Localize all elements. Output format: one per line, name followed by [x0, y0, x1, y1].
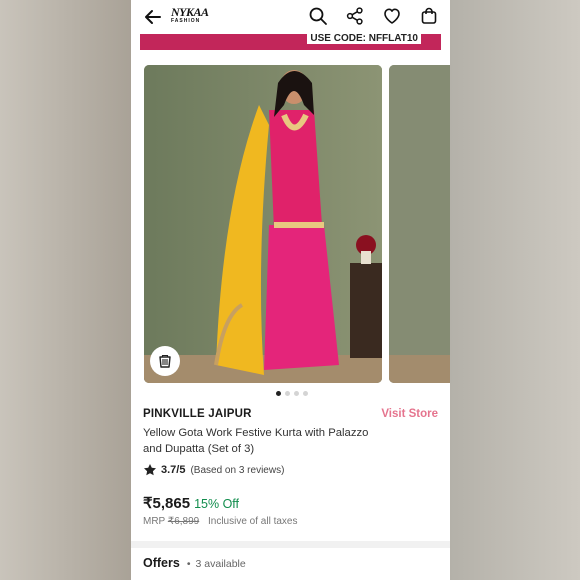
rating-reviews: (Based on 3 reviews)	[190, 464, 285, 476]
product-title: Yellow Gota Work Festive Kurta with Pala…	[143, 427, 369, 455]
section-divider	[131, 541, 450, 548]
wardrobe-icon	[159, 354, 171, 368]
product-image-main[interactable]	[144, 65, 382, 383]
offers-label: Offers	[143, 556, 180, 570]
offer-banner[interactable]: USE CODE: NFFLAT10	[140, 34, 441, 50]
top-bar: NYKAA FASHION	[131, 0, 450, 34]
carousel-dot[interactable]	[276, 391, 281, 396]
product-page: NYKAA FASHION USE CODE: NFFLAT10 PINKVIL…	[131, 0, 450, 580]
carousel-indicator	[276, 391, 308, 396]
selling-price: ₹5,865	[143, 495, 191, 512]
mrp-row: MRP ₹6,899 Inclusive of all taxes	[143, 516, 298, 527]
background-right	[450, 0, 580, 580]
tax-note: Inclusive of all taxes	[208, 516, 298, 527]
offers-count: 3 available	[195, 558, 246, 570]
logo-text: NYKAA	[171, 5, 209, 19]
product-photo	[144, 65, 382, 383]
mrp-value: ₹6,899	[167, 516, 200, 527]
carousel-dot[interactable]	[294, 391, 299, 396]
brand-name[interactable]: PINKVILLE JAIPUR	[143, 408, 252, 420]
background-left	[0, 0, 131, 580]
wishlist-heart-icon[interactable]	[382, 6, 402, 26]
mrp-label: MRP	[143, 516, 166, 527]
carousel-dot[interactable]	[285, 391, 290, 396]
search-icon[interactable]	[308, 6, 328, 26]
visit-store-link[interactable]: Visit Store	[381, 408, 438, 420]
coupon-code: USE CODE: NFFLAT10	[307, 34, 421, 44]
shopping-bag-icon[interactable]	[419, 6, 439, 26]
product-photo-next	[389, 65, 450, 383]
offers-separator: •	[186, 558, 191, 570]
carousel-dot[interactable]	[303, 391, 308, 396]
back-arrow-icon[interactable]	[143, 7, 163, 27]
logo-subtext: FASHION	[171, 18, 201, 24]
product-image-next[interactable]	[389, 65, 450, 383]
rating-row[interactable]: 3.7/5 (Based on 3 reviews)	[143, 463, 284, 477]
star-icon	[144, 464, 156, 476]
offers-section-header[interactable]: Offers • 3 available	[143, 556, 246, 570]
wardrobe-button[interactable]	[150, 346, 180, 376]
price-row: ₹5,865 15% Off	[143, 494, 239, 512]
share-icon[interactable]	[345, 6, 365, 26]
rating-value: 3.7/5	[161, 464, 186, 476]
nykaa-fashion-logo[interactable]: NYKAA FASHION	[171, 6, 209, 26]
discount-label: 15% Off	[194, 497, 240, 511]
